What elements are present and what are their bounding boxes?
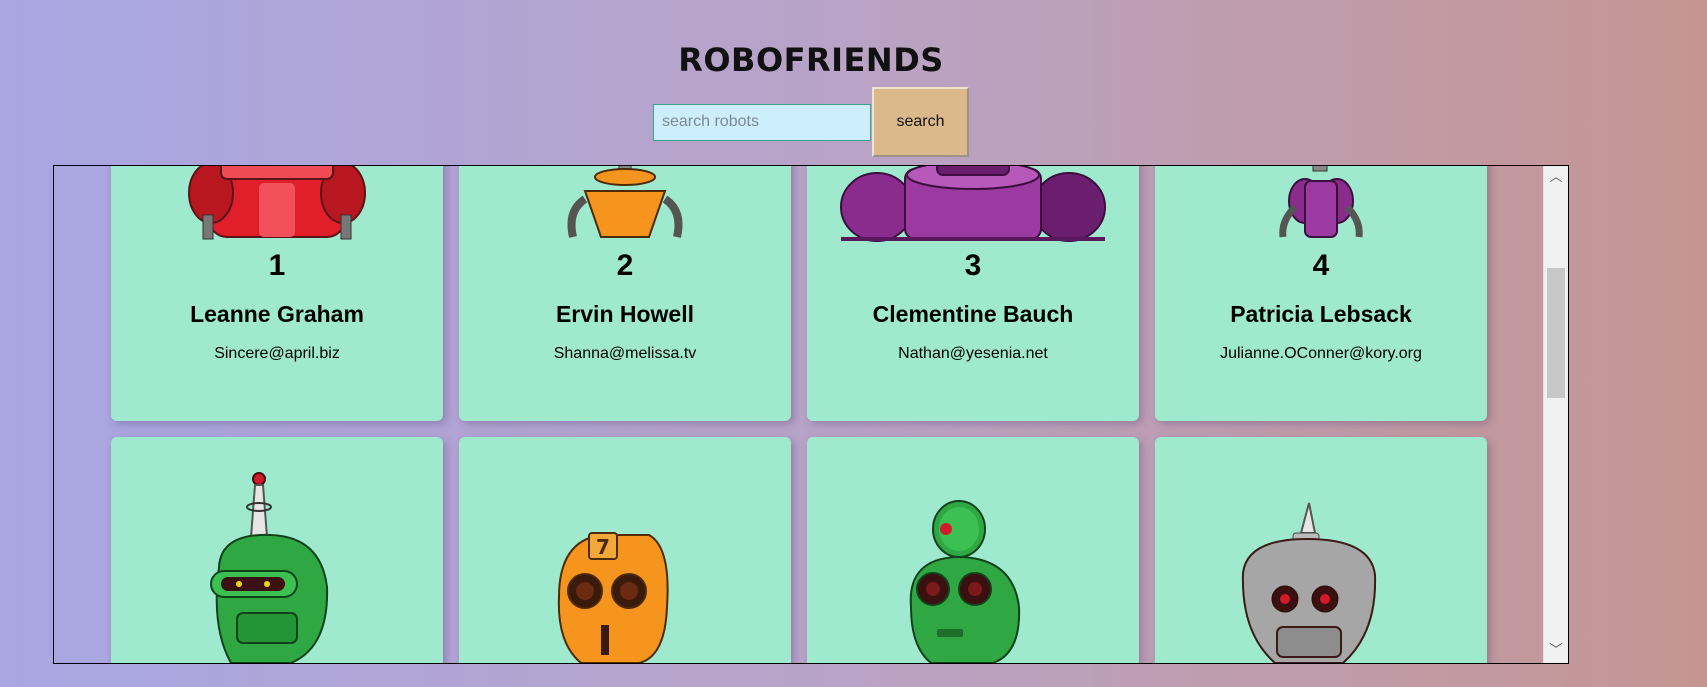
- robot-id: 1: [268, 249, 286, 282]
- vertical-scrollbar[interactable]: ︿ ﹀: [1543, 166, 1568, 663]
- robot-card[interactable]: 7: [459, 437, 791, 663]
- robot-id: 2: [616, 249, 634, 282]
- chevron-down-icon[interactable]: ﹀: [1544, 641, 1568, 661]
- search-button[interactable]: search: [872, 87, 969, 157]
- robot-email: Nathan@yesenia.net: [898, 345, 1048, 362]
- robot-id: 3: [964, 249, 982, 282]
- robot-card[interactable]: [1155, 437, 1487, 663]
- svg-text:7: 7: [596, 535, 610, 559]
- robot-image: [210, 472, 329, 663]
- robot-image: [909, 500, 1021, 663]
- robot-image: [1241, 502, 1377, 663]
- robot-email: Julianne.OConner@kory.org: [1220, 345, 1422, 362]
- scrollbar-thumb[interactable]: [1547, 268, 1565, 398]
- robot-card[interactable]: 1 Leanne Graham Sincere@april.biz: [111, 166, 443, 421]
- robot-card[interactable]: [111, 437, 443, 663]
- robot-card[interactable]: 2 Ervin Howell Shanna@melissa.tv: [459, 166, 791, 421]
- robot-name: Leanne Graham: [190, 301, 364, 327]
- chevron-up-icon[interactable]: ︿: [1544, 168, 1568, 188]
- robot-id: 4: [1312, 249, 1330, 282]
- robot-card[interactable]: 3 Clementine Bauch Nathan@yesenia.net: [807, 166, 1139, 421]
- robot-name: Clementine Bauch: [872, 301, 1074, 327]
- robot-email: Sincere@april.biz: [214, 345, 340, 362]
- robot-list-scroll-container[interactable]: 1 Leanne Graham Sincere@april.biz 2 Ervi…: [53, 165, 1569, 664]
- robot-card[interactable]: [807, 437, 1139, 663]
- search-input[interactable]: [653, 103, 871, 141]
- robot-email: Shanna@melissa.tv: [553, 345, 697, 362]
- robot-name: Ervin Howell: [555, 301, 695, 327]
- robot-name: Patricia Lebsack: [1230, 301, 1412, 327]
- robot-image: 7: [557, 532, 669, 663]
- search-bar: search: [653, 87, 969, 157]
- robot-card[interactable]: 4 Patricia Lebsack Julianne.OConner@kory…: [1155, 166, 1487, 421]
- page-title: ROBOFRIENDS: [678, 41, 944, 80]
